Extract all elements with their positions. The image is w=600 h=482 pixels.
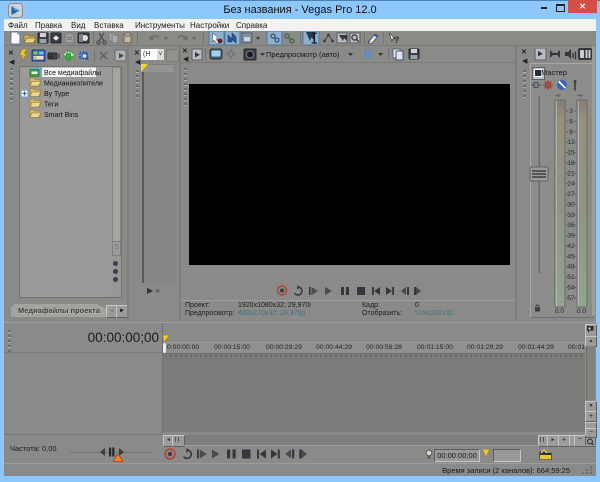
svg-text:18: 18 xyxy=(567,160,575,167)
svg-text:Теги: Теги xyxy=(44,102,58,109)
svg-text:39: 39 xyxy=(567,233,575,240)
svg-text:3: 3 xyxy=(569,108,573,115)
svg-text:-∞: -∞ xyxy=(555,93,561,99)
svg-text:24: 24 xyxy=(567,181,575,188)
svg-text:15: 15 xyxy=(567,150,575,157)
svg-text:42: 42 xyxy=(567,243,575,250)
svg-text:9: 9 xyxy=(569,129,573,136)
svg-text:33: 33 xyxy=(567,212,575,219)
svg-text:45: 45 xyxy=(567,253,575,260)
svg-text:57: 57 xyxy=(567,295,575,302)
svg-text:By Type: By Type xyxy=(44,91,69,98)
svg-text:30: 30 xyxy=(567,201,575,208)
svg-text:12: 12 xyxy=(567,139,575,146)
svg-text:36: 36 xyxy=(567,222,575,229)
svg-text:Предпросмотр (авто): Предпросмотр (авто) xyxy=(266,50,340,59)
svg-text:21: 21 xyxy=(567,170,575,177)
svg-text:Все медиафайлы: Все медиафайлы xyxy=(44,69,101,77)
svg-text:?: ? xyxy=(394,35,400,45)
svg-text:0.0: 0.0 xyxy=(555,308,564,315)
svg-text:54: 54 xyxy=(567,285,575,292)
svg-text:48: 48 xyxy=(567,264,575,271)
svg-text:-∞: -∞ xyxy=(577,93,583,99)
svg-text:51: 51 xyxy=(567,274,575,281)
svg-text:Smart Bins: Smart Bins xyxy=(44,112,79,119)
svg-text:Медианакопители: Медианакопители xyxy=(44,81,103,88)
svg-text:6: 6 xyxy=(569,118,573,125)
svg-text:0.0: 0.0 xyxy=(577,308,586,315)
svg-text:27: 27 xyxy=(567,191,575,198)
